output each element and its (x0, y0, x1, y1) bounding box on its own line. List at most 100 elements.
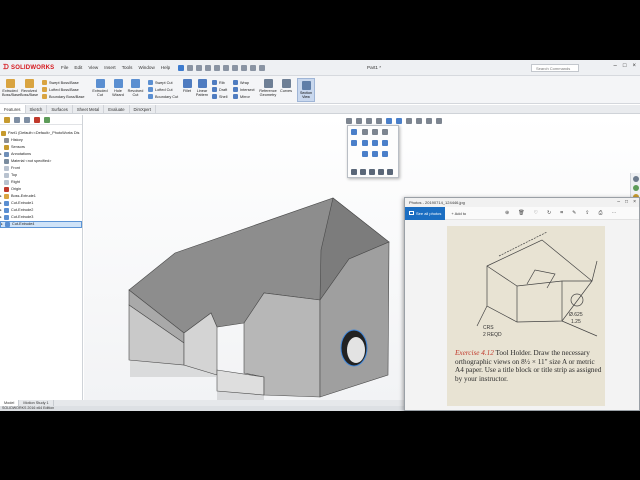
property-manager-icon[interactable] (14, 117, 20, 123)
photo-viewer[interactable]: CRS 2 REQD Ø.625 1.25 Exercise 4.12 Tool… (405, 220, 639, 410)
tree-item-label: Right (11, 180, 20, 184)
menu-help[interactable]: Help (161, 65, 170, 70)
fillet-label: Fillet (182, 89, 192, 93)
extruded-boss-button[interactable]: Extruded Boss/Base (2, 79, 20, 97)
shell-button[interactable]: Shell (212, 94, 227, 99)
revolved-boss-button[interactable]: Revolved Boss/Base (20, 79, 38, 97)
lofted-cut-button[interactable]: Lofted Cut (148, 87, 173, 92)
wrap-button[interactable]: Wrap (233, 80, 249, 85)
menu-file[interactable]: File (61, 65, 68, 70)
menu-view[interactable]: View (88, 65, 98, 70)
menu-window[interactable]: Window (138, 65, 154, 70)
design-library-icon[interactable] (632, 185, 639, 191)
tab-evaluate[interactable]: Evaluate (104, 105, 130, 113)
tree-item[interactable]: Sensors (0, 144, 82, 151)
swept-boss-icon (42, 80, 47, 85)
zoom-icon[interactable]: ⊕ (505, 210, 509, 216)
tree-item[interactable]: Front (0, 165, 82, 172)
boundary-cut-icon (148, 94, 153, 99)
search-commands-input[interactable]: Search Commands (531, 64, 579, 72)
undo-icon[interactable] (223, 64, 230, 71)
share-icon[interactable]: ⇪ (585, 210, 589, 216)
tree-item[interactable]: ▸ Cut-Extrude2 (0, 207, 82, 214)
solidworks-logo[interactable]: ᗪ SOLIDWORKS (3, 64, 55, 72)
see-all-photos-button[interactable]: See all photos (405, 206, 446, 220)
reference-geometry-button[interactable]: Reference Geometry (258, 79, 278, 97)
boundary-cut-button[interactable]: Boundary Cut (148, 94, 178, 99)
maximize-button[interactable]: □ (623, 63, 627, 69)
menu-insert[interactable]: Insert (104, 65, 116, 70)
section-view-button[interactable]: Section View (297, 78, 315, 102)
close-button[interactable]: × (632, 63, 636, 69)
tab-surfaces[interactable]: Surfaces (47, 105, 73, 113)
tab-sketch[interactable]: Sketch (26, 105, 48, 113)
add-to-button[interactable]: + Add to (451, 211, 466, 216)
curves-button[interactable]: Curves (279, 79, 293, 93)
new-icon[interactable] (187, 64, 194, 71)
save-icon[interactable] (205, 64, 212, 71)
menu-tools[interactable]: Tools (122, 65, 133, 70)
tree-item[interactable]: Right (0, 179, 82, 186)
feature-manager-icon[interactable] (4, 117, 10, 123)
menu-edit[interactable]: Edit (74, 65, 82, 70)
print-icon[interactable] (214, 64, 221, 71)
select-icon[interactable] (232, 64, 239, 71)
minimize-button[interactable]: – (614, 63, 617, 69)
edit-icon[interactable]: ✎ (572, 210, 576, 216)
feature-icon (4, 152, 9, 157)
tree-item[interactable]: History (0, 137, 82, 144)
photos-minimize-button[interactable]: – (617, 198, 620, 207)
tab-features[interactable]: Features (0, 105, 26, 113)
tree-item-label: Cut-Extrude3 (11, 215, 34, 219)
lofted-boss-button[interactable]: Lofted Boss/Base (42, 87, 79, 92)
photos-maximize-button[interactable]: □ (625, 198, 628, 207)
configuration-manager-icon[interactable] (24, 117, 30, 123)
tree-item[interactable]: Origin (0, 186, 82, 193)
rib-button[interactable]: Rib (212, 80, 225, 85)
intersect-button[interactable]: Intersect (233, 87, 255, 92)
tab-sheet-metal[interactable]: Sheet Metal (73, 105, 105, 113)
draft-button[interactable]: Draft (212, 87, 227, 92)
photos-close-button[interactable]: × (633, 198, 636, 207)
rebuild-icon[interactable] (241, 64, 248, 71)
tree-item-label: Boss-Extrude1 (11, 194, 36, 198)
options-icon[interactable] (259, 64, 266, 71)
mirror-button[interactable]: Mirror (233, 94, 250, 99)
home-icon[interactable] (178, 64, 185, 71)
swept-cut-button[interactable]: Swept Cut (148, 80, 173, 85)
tab-dimxpert[interactable]: DimXpert (130, 105, 156, 113)
hole-wizard-button[interactable]: Hole Wizard (110, 79, 126, 97)
tree-root[interactable]: Part1 (Default<<Default>_PhotoWorks Dis (0, 130, 82, 137)
solidworks-resources-icon[interactable] (632, 176, 639, 182)
ds-logo-icon: ᗪ (3, 63, 9, 71)
delete-icon[interactable]: 🗑 (518, 210, 524, 216)
tree-item[interactable]: ▸ Cut-Extrude4 (0, 221, 82, 228)
open-icon[interactable] (196, 64, 203, 71)
fillet-button[interactable]: Fillet (181, 79, 193, 93)
feature-icon (4, 166, 9, 171)
tree-item[interactable]: ▸ Boss-Extrude1 (0, 193, 82, 200)
draft-icon (212, 87, 217, 92)
print-icon[interactable]: ⎙ (598, 210, 602, 216)
dimxpert-manager-icon[interactable] (34, 117, 40, 123)
tree-item[interactable]: ▸ Cut-Extrude1 (0, 200, 82, 207)
tree-item[interactable]: ▸ Annotations (0, 151, 82, 158)
extruded-cut-icon (95, 79, 105, 88)
linear-pattern-button[interactable]: Linear Pattern (194, 79, 210, 97)
rotate-icon[interactable]: ↻ (547, 210, 551, 216)
feature-manager-tree: Part1 (Default<<Default>_PhotoWorks Dis … (0, 115, 83, 405)
revolved-cut-button[interactable]: Revolved Cut (127, 79, 144, 97)
boundary-boss-button[interactable]: Boundary Boss/Base (42, 94, 84, 99)
more-icon[interactable]: ⋯ (612, 210, 617, 216)
swept-boss-button[interactable]: Swept Boss/Base (42, 80, 79, 85)
file-properties-icon[interactable] (250, 64, 257, 71)
favorite-icon[interactable]: ♡ (534, 210, 538, 216)
exercise-number: Exercise 4.12 (455, 349, 494, 357)
display-manager-icon[interactable] (44, 117, 50, 123)
tree-item[interactable]: ▸ Cut-Extrude3 (0, 214, 82, 221)
extruded-cut-button[interactable]: Extruded Cut (92, 79, 108, 97)
crop-icon[interactable]: ⌗ (560, 210, 563, 216)
drawing-label-diameter: Ø.625 (569, 312, 583, 318)
tree-item[interactable]: Top (0, 172, 82, 179)
tree-item[interactable]: Material <not specified> (0, 158, 82, 165)
